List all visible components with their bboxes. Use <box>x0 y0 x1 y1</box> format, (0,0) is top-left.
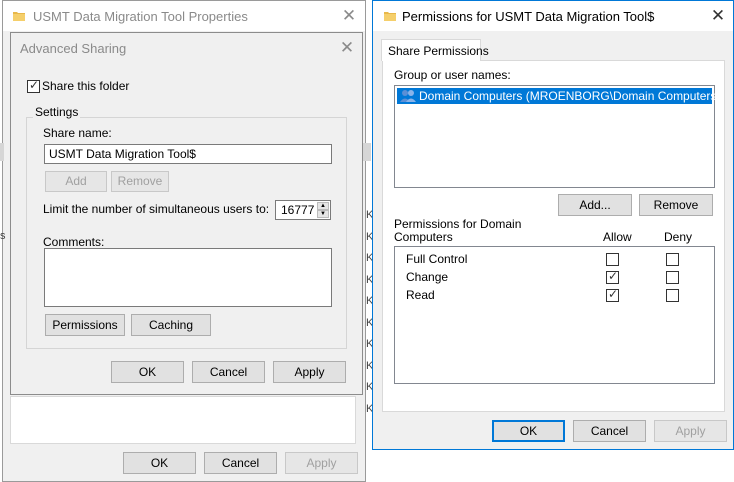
tab-strip-left <box>0 143 4 161</box>
permission-deny-checkbox[interactable] <box>666 271 679 284</box>
tab-strip-right <box>362 143 371 161</box>
limit-users-label: Limit the number of simultaneous users t… <box>43 202 270 216</box>
share-name-input[interactable]: USMT Data Migration Tool$ <box>44 144 332 164</box>
checkmark-icon: ✓ <box>608 269 619 283</box>
advanced-apply-button[interactable]: Apply <box>273 361 346 383</box>
tab-label: Share Permissions <box>388 44 489 58</box>
close-icon[interactable]: ✕ <box>336 37 358 59</box>
properties-content-panel <box>10 396 356 444</box>
close-icon[interactable]: ✕ <box>338 5 360 27</box>
left-edge-char: s <box>0 230 6 242</box>
folder-icon <box>13 12 25 21</box>
permissions-button[interactable]: Permissions <box>45 314 125 336</box>
properties-ok-button[interactable]: OK <box>123 452 196 474</box>
spin-up-icon[interactable]: ▲ <box>317 202 329 210</box>
permissions-title: Permissions for USMT Data Migration Tool… <box>402 9 655 24</box>
advanced-sharing-title: Advanced Sharing <box>20 41 127 56</box>
share-name-value: USMT Data Migration Tool$ <box>49 147 196 161</box>
permissions-add-button[interactable]: Add... <box>558 194 632 216</box>
close-icon[interactable]: ✕ <box>707 5 729 27</box>
permission-allow-checkbox[interactable]: ✓ <box>606 287 619 302</box>
allow-header: Allow <box>603 230 632 244</box>
properties-cancel-button[interactable]: Cancel <box>204 452 277 474</box>
perm-for-label-line1: Permissions for Domain <box>394 217 522 231</box>
group-names-label: Group or user names: <box>394 68 511 82</box>
permissions-ok-button[interactable]: OK <box>492 420 565 442</box>
advanced-sharing-dialog: Advanced Sharing ✕ ✓ Share this folder S… <box>10 32 363 395</box>
limit-users-value: 16777 <box>281 203 315 217</box>
comments-label: Comments: <box>43 235 105 249</box>
checkmark-icon: ✓ <box>608 287 619 301</box>
advanced-cancel-button[interactable]: Cancel <box>192 361 265 383</box>
user-list-item[interactable]: Domain Computers (MROENBORG\Domain Compu… <box>397 88 720 104</box>
permission-allow-checkbox[interactable]: ✓ <box>606 269 619 284</box>
user-listbox[interactable]: Domain Computers (MROENBORG\Domain Compu… <box>394 85 720 188</box>
permissions-titlebar: Permissions for USMT Data Migration Tool… <box>373 1 733 31</box>
caching-button[interactable]: Caching <box>131 314 211 336</box>
remove-button[interactable]: Remove <box>111 171 169 192</box>
permission-name: Full Control <box>406 252 468 266</box>
comments-textarea[interactable] <box>44 248 332 307</box>
permission-name: Change <box>406 270 449 284</box>
user-list-item-label: Domain Computers (MROENBORG\Domain Compu… <box>419 89 721 103</box>
settings-group-label: Settings <box>33 105 81 119</box>
folder-icon <box>384 12 396 21</box>
permissions-apply-button[interactable]: Apply <box>654 420 727 442</box>
share-folder-checkbox[interactable]: ✓ <box>27 78 40 93</box>
checkmark-icon: ✓ <box>29 78 40 92</box>
properties-title: USMT Data Migration Tool Properties <box>33 9 248 24</box>
deny-header: Deny <box>664 230 693 244</box>
spin-down-icon[interactable]: ▼ <box>317 210 329 218</box>
share-folder-label: Share this folder <box>42 79 130 93</box>
tab-share-permissions[interactable]: Share Permissions <box>381 39 489 61</box>
perm-for-label-line2: Computers <box>394 230 453 244</box>
user-group-icon <box>400 90 416 102</box>
permission-deny-checkbox[interactable] <box>666 253 679 266</box>
advanced-sharing-titlebar: Advanced Sharing ✕ <box>11 33 362 63</box>
permissions-dialog: Permissions for USMT Data Migration Tool… <box>372 0 734 450</box>
add-button[interactable]: Add <box>45 171 107 192</box>
permissions-remove-button[interactable]: Remove <box>639 194 713 216</box>
permission-allow-checkbox[interactable] <box>606 253 619 266</box>
permissions-cancel-button[interactable]: Cancel <box>573 420 646 442</box>
advanced-ok-button[interactable]: OK <box>111 361 184 383</box>
permission-deny-checkbox[interactable] <box>666 289 679 302</box>
share-name-label: Share name: <box>43 126 112 140</box>
properties-apply-button[interactable]: Apply <box>285 452 358 474</box>
limit-users-spinner[interactable]: 16777 ▲ ▼ <box>275 200 331 220</box>
properties-titlebar: USMT Data Migration Tool Properties ✕ <box>3 1 365 31</box>
permission-name: Read <box>406 288 435 302</box>
permissions-list: Full Control Change ✓ Read ✓ <box>394 246 715 384</box>
